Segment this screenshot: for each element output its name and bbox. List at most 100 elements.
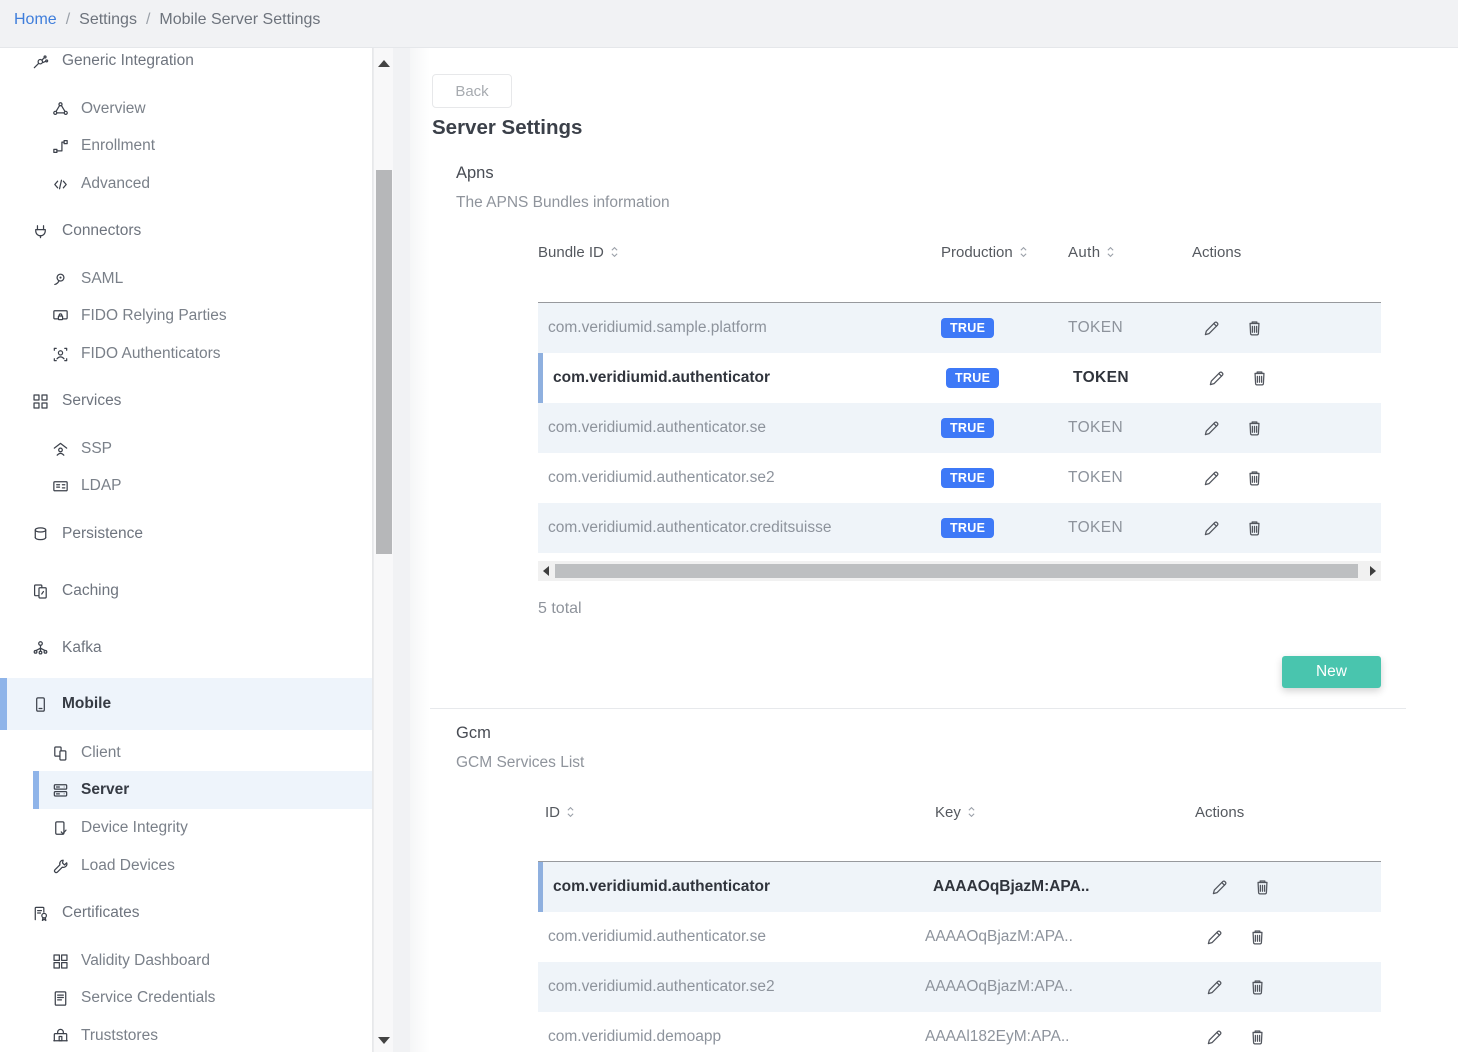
- sidebar-item-truststores[interactable]: Truststores: [0, 1020, 373, 1052]
- breadcrumb-home[interactable]: Home: [14, 8, 57, 32]
- scroll-right-arrow-icon[interactable]: [1370, 566, 1376, 576]
- sidebar-item-ssp[interactable]: SSP: [0, 433, 373, 465]
- delete-button[interactable]: [1248, 367, 1270, 389]
- delete-button[interactable]: [1243, 417, 1265, 439]
- sidebar-scrollbar-thumb[interactable]: [376, 170, 392, 554]
- table-row-selected[interactable]: com.veridiumid.authenticator AAAAOqBjazM…: [538, 862, 1381, 912]
- bundle-id-cell: com.veridiumid.authenticator: [543, 369, 938, 387]
- sidebar-item-certificates[interactable]: Certificates: [0, 894, 373, 932]
- edit-button[interactable]: [1200, 467, 1222, 489]
- gcm-table-header: ID Key Actions: [538, 800, 1381, 824]
- delete-button[interactable]: [1246, 1026, 1268, 1048]
- certificate-icon: [30, 903, 50, 923]
- sidebar-item-label: Service Credentials: [81, 989, 215, 1007]
- screen-lock-icon: [50, 306, 70, 326]
- column-header-production[interactable]: Production: [933, 244, 1060, 261]
- column-header-auth[interactable]: Auth: [1060, 244, 1172, 261]
- bundle-id-cell: com.veridiumid.sample.platform: [538, 319, 933, 337]
- sidebar-item-load-devices[interactable]: Load Devices: [0, 850, 373, 882]
- sidebar-item-persistence[interactable]: Persistence: [0, 515, 373, 553]
- scroll-up-arrow-icon[interactable]: [378, 60, 390, 67]
- table-row[interactable]: com.veridiumid.demoapp AAAAl182EyM:APA..: [538, 1012, 1381, 1052]
- table-row[interactable]: com.veridiumid.authenticator.se TRUE TOK…: [538, 403, 1381, 453]
- sidebar-item-service-credentials[interactable]: Service Credentials: [0, 982, 373, 1014]
- sidebar-item-enrollment[interactable]: Enrollment: [0, 130, 373, 162]
- delete-button[interactable]: [1251, 876, 1273, 898]
- pencil-icon: [1205, 1028, 1224, 1047]
- sort-icon: [1106, 245, 1115, 259]
- generic-integration-icon: [30, 51, 50, 71]
- sidebar-item-label: Load Devices: [81, 857, 175, 875]
- sidebar-item-label: Caching: [62, 582, 119, 600]
- edit-button[interactable]: [1203, 926, 1225, 948]
- sidebar-item-fido-authenticators[interactable]: FIDO Authenticators: [0, 338, 373, 370]
- table-row[interactable]: com.veridiumid.authenticator.se AAAAOqBj…: [538, 912, 1381, 962]
- table-row[interactable]: com.veridiumid.sample.platform TRUE TOKE…: [538, 303, 1381, 353]
- delete-button[interactable]: [1243, 467, 1265, 489]
- delete-button[interactable]: [1246, 926, 1268, 948]
- sidebar-item-client[interactable]: Client: [0, 737, 373, 769]
- sidebar-item-caching[interactable]: Caching: [0, 572, 373, 610]
- pencil-icon: [1210, 878, 1229, 897]
- sidebar-item-generic-integration[interactable]: Generic Integration: [0, 48, 373, 80]
- column-header-id[interactable]: ID: [538, 804, 915, 821]
- edit-button[interactable]: [1200, 517, 1222, 539]
- table-row[interactable]: com.veridiumid.authenticator.se2 TRUE TO…: [538, 453, 1381, 503]
- new-button[interactable]: New: [1282, 656, 1381, 688]
- sidebar-item-saml[interactable]: SAML: [0, 263, 373, 295]
- sidebar-item-advanced[interactable]: Advanced: [0, 168, 373, 200]
- sidebar-item-label: SAML: [81, 270, 123, 288]
- table-row-selected[interactable]: com.veridiumid.authenticator TRUE TOKEN: [538, 353, 1381, 403]
- sidebar-item-label: Advanced: [81, 175, 150, 193]
- sidebar-item-label: Mobile: [62, 695, 111, 713]
- sidebar-item-label: FIDO Relying Parties: [81, 307, 227, 325]
- horizontal-scrollbar-thumb[interactable]: [555, 564, 1358, 578]
- id-cell: com.veridiumid.authenticator.se: [538, 928, 915, 946]
- sidebar-item-label: Device Integrity: [81, 819, 188, 837]
- sidebar-item-mobile[interactable]: Mobile: [0, 678, 373, 730]
- breadcrumb-current-page: Mobile Server Settings: [159, 8, 320, 32]
- edit-button[interactable]: [1200, 317, 1222, 339]
- sidebar-item-validity-dashboard[interactable]: Validity Dashboard: [0, 945, 373, 977]
- edit-button[interactable]: [1200, 417, 1222, 439]
- bundle-id-cell: com.veridiumid.authenticator.creditsuiss…: [538, 519, 933, 537]
- auth-cell: TOKEN: [1060, 419, 1172, 437]
- auth-cell: TOKEN: [1060, 519, 1172, 537]
- devices-icon: [50, 743, 70, 763]
- edit-button[interactable]: [1205, 367, 1227, 389]
- gcm-section-subtitle: GCM Services List: [456, 754, 584, 772]
- sidebar-item-kafka[interactable]: Kafka: [0, 629, 373, 667]
- table-row[interactable]: com.veridiumid.authenticator.se2 AAAAOqB…: [538, 962, 1381, 1012]
- actions-cell: [1177, 367, 1381, 389]
- id-card-icon: [50, 476, 70, 496]
- edit-button[interactable]: [1208, 876, 1230, 898]
- back-button[interactable]: Back: [432, 74, 512, 108]
- column-header-key[interactable]: Key: [915, 804, 1175, 821]
- breadcrumb-settings[interactable]: Settings: [79, 8, 137, 32]
- sidebar-item-server[interactable]: Server: [33, 771, 373, 809]
- horizontal-scrollbar[interactable]: [538, 561, 1381, 581]
- plug-icon: [30, 221, 50, 241]
- apns-total-count: 5 total: [538, 600, 582, 618]
- sidebar-item-device-integrity[interactable]: Device Integrity: [0, 812, 373, 844]
- column-header-bundle-id[interactable]: Bundle ID: [538, 244, 933, 261]
- enrollment-icon: [50, 136, 70, 156]
- delete-button[interactable]: [1243, 517, 1265, 539]
- network-tree-icon: [30, 638, 50, 658]
- edit-button[interactable]: [1203, 976, 1225, 998]
- sidebar-item-ldap[interactable]: LDAP: [0, 470, 373, 502]
- delete-button[interactable]: [1246, 976, 1268, 998]
- sidebar-scrollbar[interactable]: [373, 48, 393, 1052]
- sidebar-item-connectors[interactable]: Connectors: [0, 212, 373, 250]
- sidebar-item-services[interactable]: Services: [0, 382, 373, 420]
- edit-button[interactable]: [1203, 1026, 1225, 1048]
- table-row[interactable]: com.veridiumid.authenticator.creditsuiss…: [538, 503, 1381, 553]
- scroll-left-arrow-icon[interactable]: [543, 566, 549, 576]
- sidebar-item-fido-relying-parties[interactable]: FIDO Relying Parties: [0, 300, 373, 332]
- sidebar-item-overview[interactable]: Overview: [0, 93, 373, 125]
- delete-button[interactable]: [1243, 317, 1265, 339]
- column-header-actions: Actions: [1172, 244, 1381, 261]
- copy-pages-icon: [30, 581, 50, 601]
- pencil-icon: [1202, 469, 1221, 488]
- scroll-down-arrow-icon[interactable]: [378, 1037, 390, 1044]
